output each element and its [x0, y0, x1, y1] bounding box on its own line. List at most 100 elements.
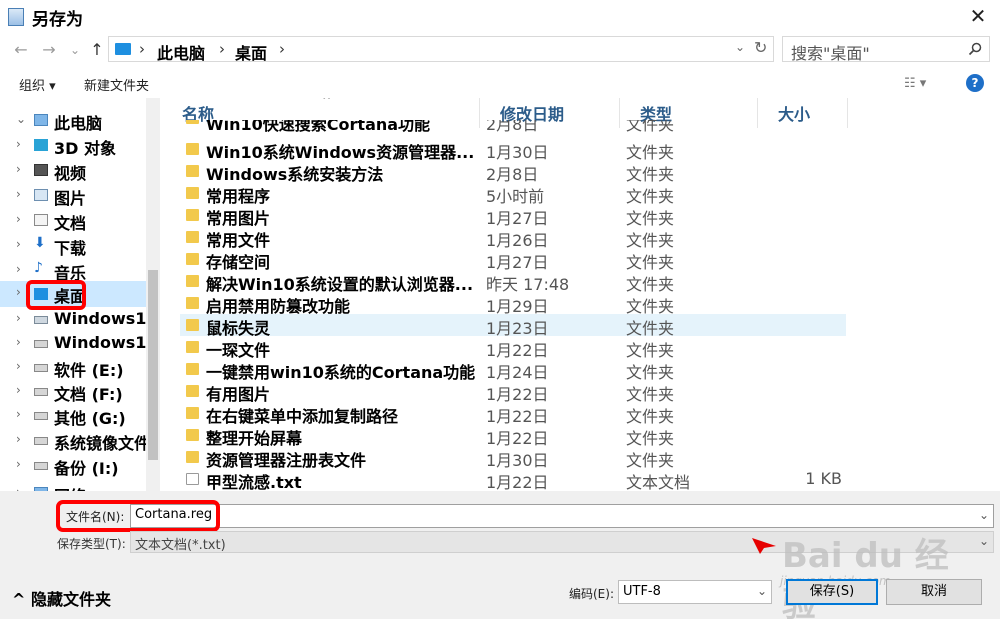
file-row[interactable]: 存储空间 1月27日 文件夹	[180, 248, 846, 272]
music-icon: ♪	[34, 260, 43, 276]
file-row[interactable]: Win10系统Windows资源管理器... 1月30日 文件夹	[180, 138, 846, 162]
annotation-box-filename	[56, 500, 220, 532]
file-row[interactable]: Windows系统安装方法 2月8日 文件夹	[180, 160, 846, 184]
text-file-icon	[186, 473, 199, 485]
change-view-button[interactable]: ☷ ▾	[904, 76, 926, 91]
sidebar-item-label: 文档 (F:)	[54, 385, 123, 404]
sidebar-item-videos[interactable]: › 视频	[0, 159, 160, 183]
expand-chevron-icon[interactable]: ›	[16, 432, 21, 446]
breadcrumb-separator[interactable]: ›	[279, 40, 285, 58]
breadcrumb-separator[interactable]: ›	[219, 40, 225, 58]
sidebar-item-label: 软件 (E:)	[54, 361, 124, 380]
sidebar-item-drive-g[interactable]: › 其他 (G:)	[0, 404, 160, 428]
file-row[interactable]: 在右键菜单中添加复制路径 1月22日 文件夹	[180, 402, 846, 426]
file-row[interactable]: 甲型流感.txt 1月22日 文本文档 1 KB	[180, 468, 846, 491]
file-row[interactable]: 解决Win10系统设置的默认浏览器... 昨天 17:48 文件夹	[180, 270, 846, 294]
file-row[interactable]: 资源管理器注册表文件 1月30日 文件夹	[180, 446, 846, 470]
sidebar-item-label: Windows10	[54, 309, 158, 328]
sort-ascending-icon: ^	[322, 98, 332, 107]
folder-icon	[186, 319, 199, 331]
organize-button[interactable]: 组织 ▾	[19, 75, 56, 94]
search-icon[interactable]	[968, 42, 982, 56]
sidebar-item-network[interactable]: › 网络	[0, 482, 160, 491]
expand-chevron-icon[interactable]: ›	[16, 407, 21, 421]
collapse-chevron-icon[interactable]: ⌄	[16, 112, 26, 126]
sidebar-scrollbar-thumb[interactable]	[148, 270, 158, 460]
file-row[interactable]: 整理开始屏幕 1月22日 文件夹	[180, 424, 846, 448]
cancel-button[interactable]: 取消	[886, 579, 982, 605]
sidebar-item-label: 系统镜像文件	[54, 434, 151, 453]
search-input[interactable]: 搜索"桌面"	[782, 36, 990, 63]
window-title: 另存为	[32, 10, 83, 30]
help-icon[interactable]: ?	[966, 74, 984, 92]
expand-chevron-icon[interactable]: ›	[16, 237, 21, 251]
address-bar[interactable]: › 此电脑 › 桌面 ›	[108, 36, 774, 64]
breadcrumb-desktop[interactable]: 桌面	[235, 40, 267, 64]
breadcrumb-separator[interactable]: ›	[139, 40, 145, 58]
title-bar: 另存为 ✕	[0, 0, 1000, 34]
sidebar-item-drive-e[interactable]: › 软件 (E:)	[0, 356, 160, 380]
sidebar-item-drive-c[interactable]: › Windows10	[0, 308, 160, 332]
sidebar-item-3d-objects[interactable]: › 3D 对象	[0, 134, 160, 158]
expand-chevron-icon[interactable]: ›	[16, 162, 21, 176]
sidebar-item-label: 图片	[54, 189, 87, 208]
chevron-down-icon[interactable]: ⌄	[979, 534, 989, 548]
file-date: 2月8日	[486, 120, 539, 134]
3d-objects-icon	[34, 139, 48, 151]
breadcrumb-this-pc[interactable]: 此电脑	[157, 40, 205, 64]
expand-chevron-icon[interactable]: ›	[16, 383, 21, 397]
file-row-hovered[interactable]: 鼠标失灵 1月23日 文件夹	[180, 314, 846, 338]
save-button[interactable]: 保存(S)	[786, 579, 878, 605]
forward-button[interactable]: →	[38, 39, 60, 61]
sidebar-item-drive-f[interactable]: › 文档 (F:)	[0, 380, 160, 404]
close-button[interactable]: ✕	[956, 0, 1000, 34]
up-button[interactable]: ↑	[86, 39, 108, 61]
file-row[interactable]: 有用图片 1月22日 文件夹	[180, 380, 846, 404]
file-row[interactable]: 常用图片 1月27日 文件夹	[180, 204, 846, 228]
new-folder-button[interactable]: 新建文件夹	[84, 75, 149, 94]
sidebar-item-drive-h[interactable]: › 系统镜像文件	[0, 429, 160, 453]
drive-icon	[34, 340, 48, 348]
expand-chevron-icon[interactable]: ›	[16, 212, 21, 226]
file-row[interactable]: 一键禁用win10系统的Cortana功能 1月24日 文件夹	[180, 358, 846, 382]
chevron-down-icon[interactable]: ⌄	[757, 584, 767, 598]
sidebar-item-this-pc[interactable]: ⌄ 此电脑	[0, 109, 160, 133]
sidebar-item-documents[interactable]: › 文档	[0, 209, 160, 233]
expand-chevron-icon[interactable]: ›	[16, 335, 21, 349]
documents-icon	[34, 214, 48, 226]
expand-chevron-icon[interactable]: ›	[16, 457, 21, 471]
filetype-value: 文本文档(*.txt)	[135, 538, 226, 553]
address-dropdown-icon[interactable]: ⌄	[735, 40, 745, 54]
file-size: 1 KB	[805, 469, 842, 488]
expand-chevron-icon[interactable]: ›	[16, 359, 21, 373]
file-name: 甲型流感.txt	[206, 473, 302, 491]
expand-chevron-icon[interactable]: ›	[16, 285, 21, 299]
drive-icon	[34, 364, 48, 372]
expand-chevron-icon[interactable]: ›	[16, 137, 21, 151]
folder-icon	[186, 143, 199, 155]
filename-input[interactable]: Cortana.reg ⌄	[130, 504, 994, 528]
sidebar-item-pictures[interactable]: › 图片	[0, 184, 160, 208]
annotation-arrow-icon	[752, 538, 776, 554]
notepad-icon	[8, 8, 24, 26]
sidebar-item-label: 3D 对象	[54, 139, 116, 158]
expand-chevron-icon[interactable]: ›	[16, 262, 21, 276]
sidebar-item-drive-d[interactable]: › Windows10	[0, 332, 160, 356]
file-row[interactable]: Win10快速搜索Cortana功能 2月8日 文件夹	[180, 120, 846, 134]
file-row[interactable]: 常用程序 5小时前 文件夹	[180, 182, 846, 206]
sidebar-item-downloads[interactable]: › ⬇ 下载	[0, 234, 160, 258]
encoding-select[interactable]: UTF-8 ⌄	[618, 580, 772, 604]
expand-chevron-icon[interactable]: ›	[16, 187, 21, 201]
expand-chevron-icon[interactable]: ›	[16, 311, 21, 325]
refresh-button[interactable]: ↻	[754, 38, 767, 57]
file-row[interactable]: 启用禁用防篡改功能 1月29日 文件夹	[180, 292, 846, 316]
recent-locations-button[interactable]: ⌄	[64, 39, 86, 61]
hide-folders-button[interactable]: ^ 隐藏文件夹	[12, 586, 111, 610]
file-row[interactable]: 一琛文件 1月22日 文件夹	[180, 336, 846, 360]
file-row[interactable]: 常用文件 1月26日 文件夹	[180, 226, 846, 250]
folder-icon	[186, 253, 199, 265]
back-button[interactable]: ←	[10, 39, 32, 61]
sidebar-item-drive-i[interactable]: › 备份 (I:)	[0, 454, 160, 478]
chevron-down-icon[interactable]: ⌄	[979, 508, 989, 522]
video-icon	[34, 164, 48, 176]
